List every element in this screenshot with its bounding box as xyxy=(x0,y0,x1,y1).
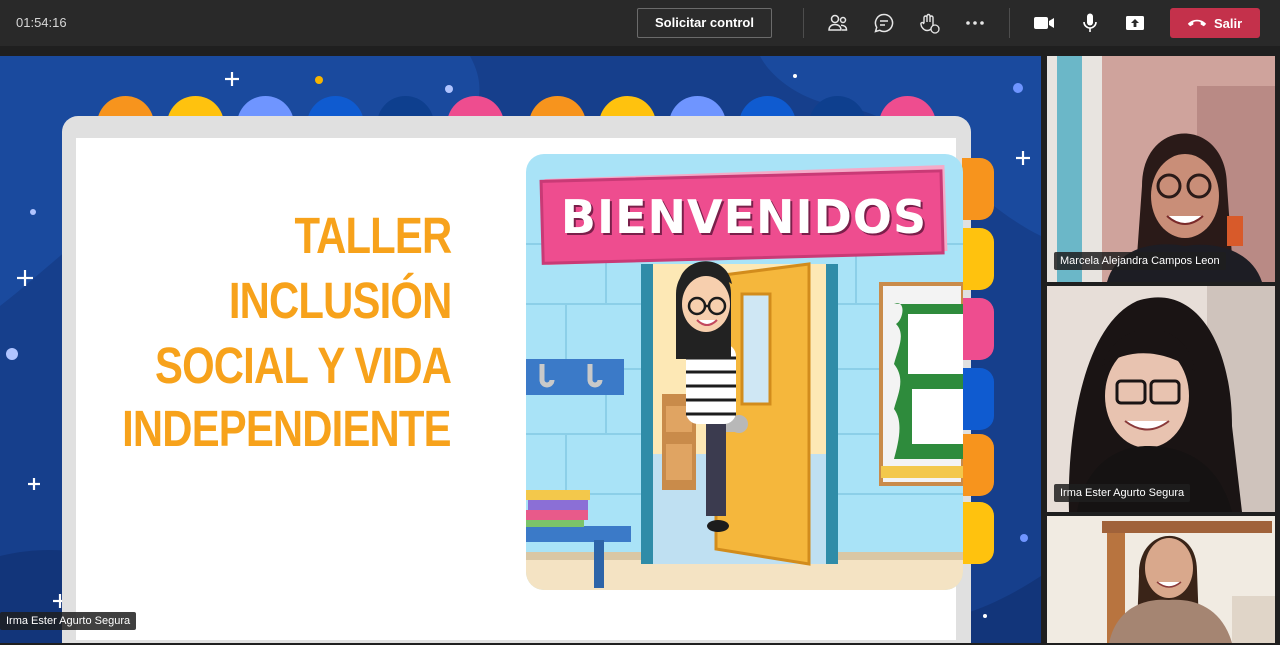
share-icon[interactable] xyxy=(1123,11,1147,35)
welcome-banner-text: BIENVENIDOS xyxy=(560,190,928,244)
participant-name-label: Irma Ester Agurto Segura xyxy=(1054,484,1191,502)
slide-side-tab xyxy=(962,228,994,290)
slide-title-line: TALLER xyxy=(294,207,452,264)
participant-video xyxy=(1047,516,1275,643)
toolbar-divider xyxy=(803,8,804,38)
participants-icon[interactable] xyxy=(826,11,850,35)
participant-name-label: Marcela Alejandra Campos Leon xyxy=(1054,252,1226,270)
mic-icon[interactable] xyxy=(1078,11,1102,35)
slide-side-tab xyxy=(962,502,994,564)
participant-video-tile[interactable] xyxy=(1047,516,1275,643)
camera-icon[interactable] xyxy=(1032,11,1056,35)
participant-video-tile[interactable]: Irma Ester Agurto Segura xyxy=(1047,286,1275,512)
reactions-icon[interactable] xyxy=(917,11,941,35)
shared-screen: TALLER INCLUSIÓN SOCIAL Y VIDA INDEPENDI… xyxy=(0,56,1041,643)
slide-title-line: SOCIAL Y VIDA xyxy=(154,337,452,394)
phone-icon xyxy=(1187,19,1207,27)
meeting-timer: 01:54:16 xyxy=(16,15,67,30)
toolbar-divider xyxy=(1009,8,1010,38)
slide-side-tab xyxy=(962,434,994,496)
participant-video xyxy=(1047,286,1275,512)
leave-button-label: Salir xyxy=(1214,16,1243,31)
slide-side-tab xyxy=(962,298,994,360)
slide-title-line: INDEPENDIENTE xyxy=(122,400,451,457)
participant-video xyxy=(1047,56,1275,282)
leave-button[interactable]: Salir xyxy=(1170,8,1260,38)
chat-icon[interactable] xyxy=(872,11,896,35)
presenter-name-label: Irma Ester Agurto Segura xyxy=(0,612,137,630)
slide-side-tab xyxy=(962,368,994,430)
participant-video-tile[interactable]: Marcela Alejandra Campos Leon xyxy=(1047,56,1275,282)
slide-title-line: INCLUSIÓN xyxy=(228,272,451,329)
more-icon[interactable] xyxy=(963,11,987,35)
classroom-illustration: BIENVENIDOS xyxy=(526,154,963,590)
request-control-button[interactable]: Solicitar control xyxy=(637,8,772,38)
slide-side-tab xyxy=(962,158,994,220)
meeting-toolbar: 01:54:16 Solicitar control Salir xyxy=(0,0,1280,46)
